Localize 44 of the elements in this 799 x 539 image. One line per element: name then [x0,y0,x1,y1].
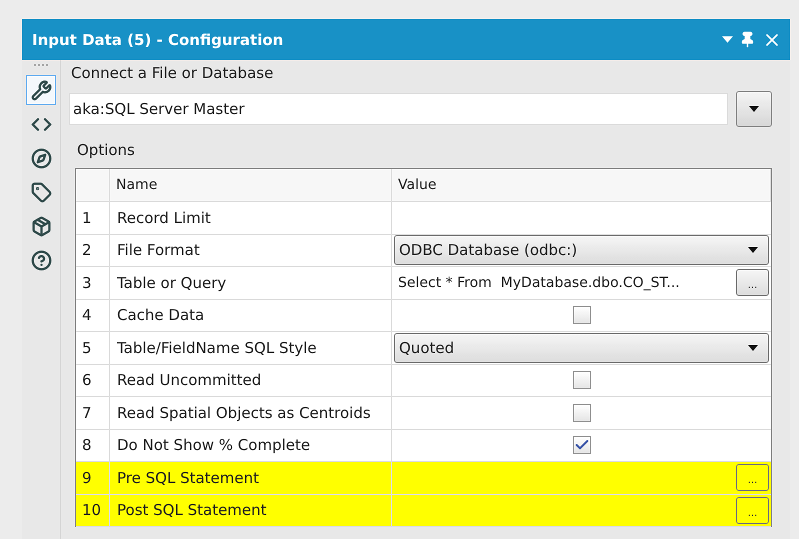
option-name: Pre SQL Statement [110,462,392,494]
checkbox[interactable] [572,404,590,422]
row-number: 5 [76,332,110,364]
column-header: Name [110,169,392,202]
option-name: Record Limit [110,202,392,234]
option-name: Table or Query [110,267,392,300]
dropdown-arrow-icon [748,247,758,254]
dropdown-arrow-icon [748,344,758,351]
connection-field[interactable]: aka:SQL Server Master [69,93,728,125]
row-number: 10 [76,494,110,527]
column-header: Value [392,169,771,202]
grip-dots-icon [34,64,48,69]
row-number: 3 [76,267,110,300]
wrench-icon[interactable] [26,75,56,105]
dropdown-arrow-icon[interactable] [722,36,733,43]
row-number: 1 [76,202,110,234]
ellipsis-button[interactable]: ... [736,496,769,524]
row-number: 7 [76,397,110,430]
row-number: 2 [76,234,110,267]
dropdown-arrow-icon [749,106,759,112]
value-dropdown[interactable]: ODBC Database (odbc:) [394,235,769,266]
connect-label: Connect a File or Database [71,64,274,82]
row-number: 4 [76,300,110,332]
pin-icon[interactable] [739,31,756,48]
option-name: Read Spatial Objects as Centroids [110,397,392,430]
row-number: 9 [76,462,110,494]
options-label: Options [77,141,136,159]
checkbox[interactable] [572,436,590,454]
option-name: Read Uncommitted [110,364,392,397]
option-name: Post SQL Statement [110,494,392,527]
checkbox[interactable] [572,306,590,324]
query-text: Select * From MyDatabase.dbo.CO_ST... [397,274,681,291]
value-dropdown[interactable]: Quoted [394,332,769,363]
row-number: 6 [76,364,110,397]
dropdown-button[interactable] [736,91,772,127]
ellipsis-button[interactable]: ... [736,464,769,492]
option-name: Table/FieldName SQL Style [110,332,392,364]
option-name: Do Not Show % Complete [110,430,392,462]
row-number: 8 [76,430,110,462]
checkbox[interactable] [572,371,590,390]
ellipsis-button[interactable]: ... [736,269,769,296]
window-title: Input Data (5) - Configuration [32,30,284,48]
option-name: File Format [110,234,392,267]
option-name: Cache Data [110,300,392,332]
